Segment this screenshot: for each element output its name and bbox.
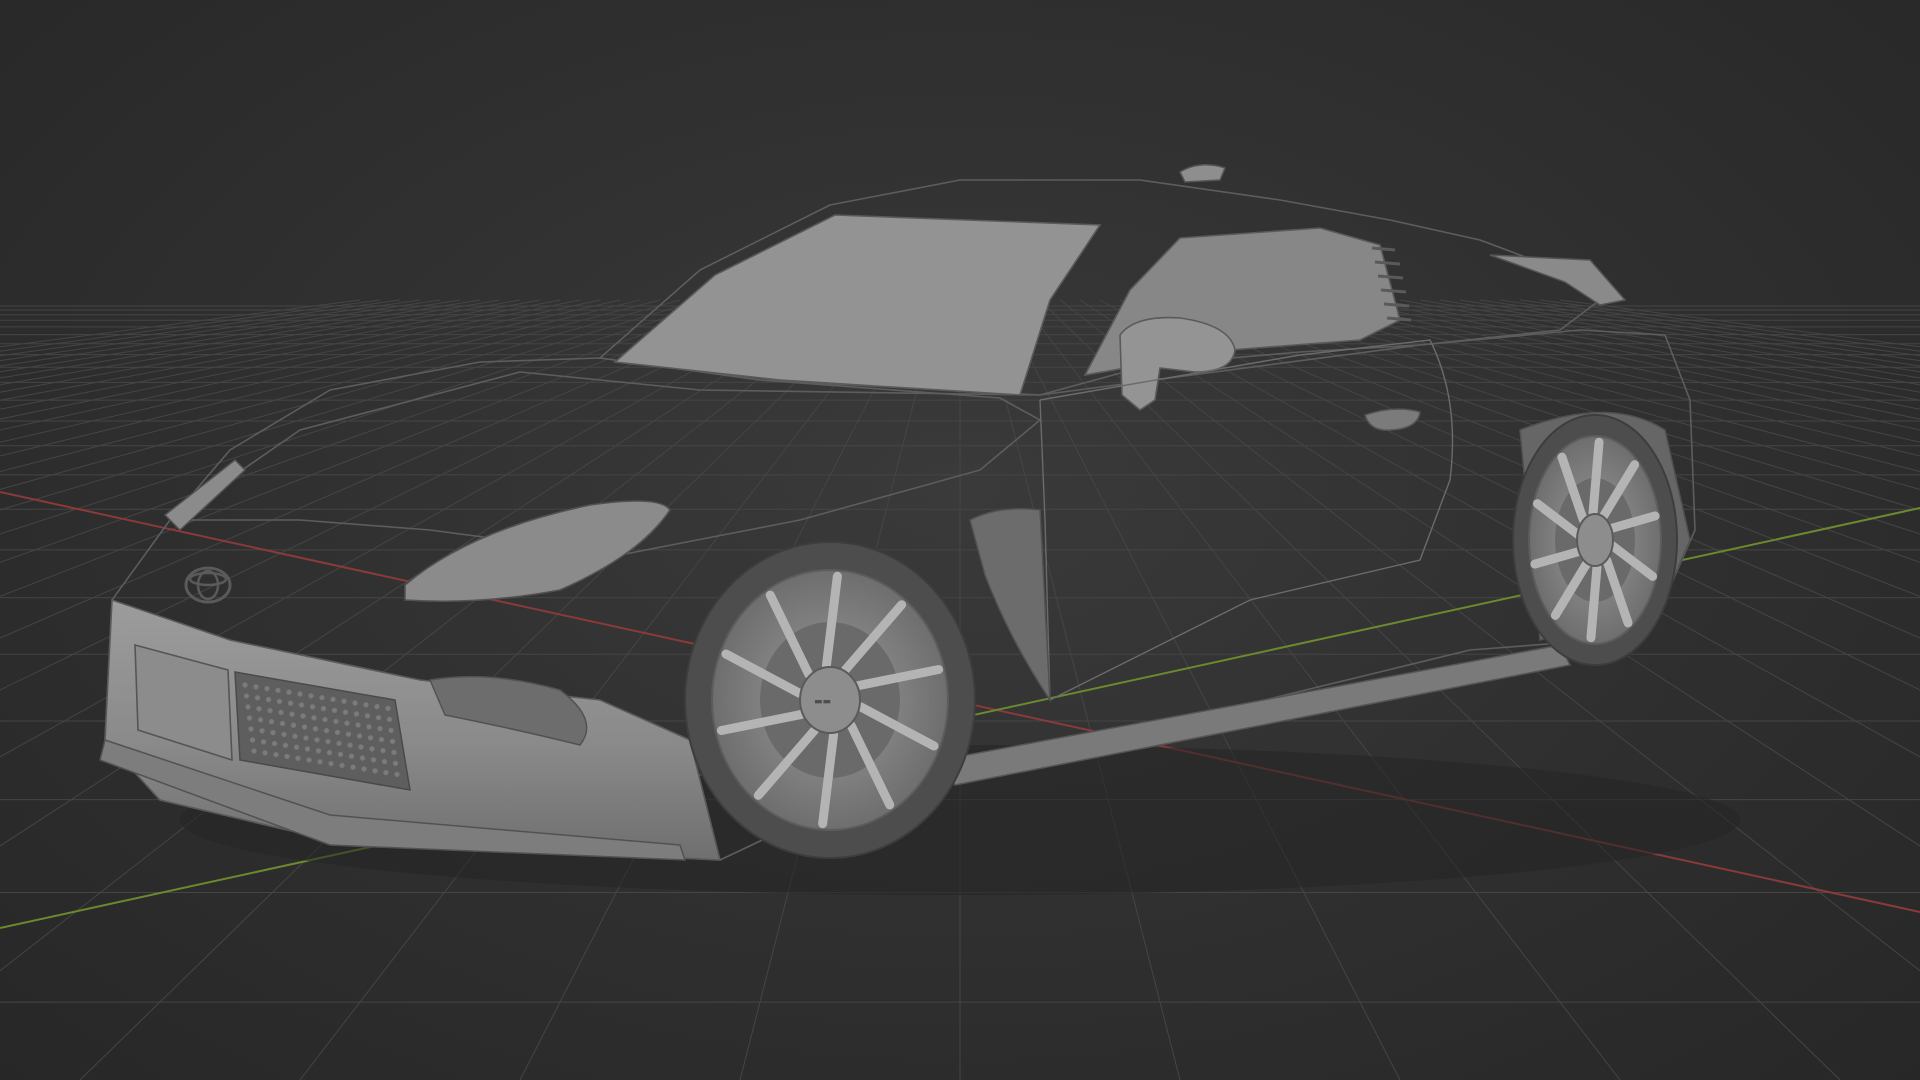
car-model[interactable]: ▬▬ (99, 164, 1740, 895)
viewport-canvas[interactable]: ▬▬ (0, 0, 1920, 1080)
side-mirror (1119, 316, 1236, 411)
brand-emblem (184, 566, 232, 604)
door-handle (1364, 408, 1421, 431)
rear-wheel (1512, 414, 1678, 666)
antenna-fin (1179, 164, 1227, 183)
front-wheel: ▬▬ (684, 541, 976, 859)
windshield (613, 214, 1102, 396)
svg-text:▬▬: ▬▬ (814, 697, 831, 707)
3d-viewport[interactable]: ▬▬ (0, 0, 1920, 1080)
fender-vent (969, 508, 1051, 703)
door-outline (1039, 339, 1454, 701)
rear-spoiler (1489, 254, 1627, 306)
headlight (404, 500, 671, 603)
